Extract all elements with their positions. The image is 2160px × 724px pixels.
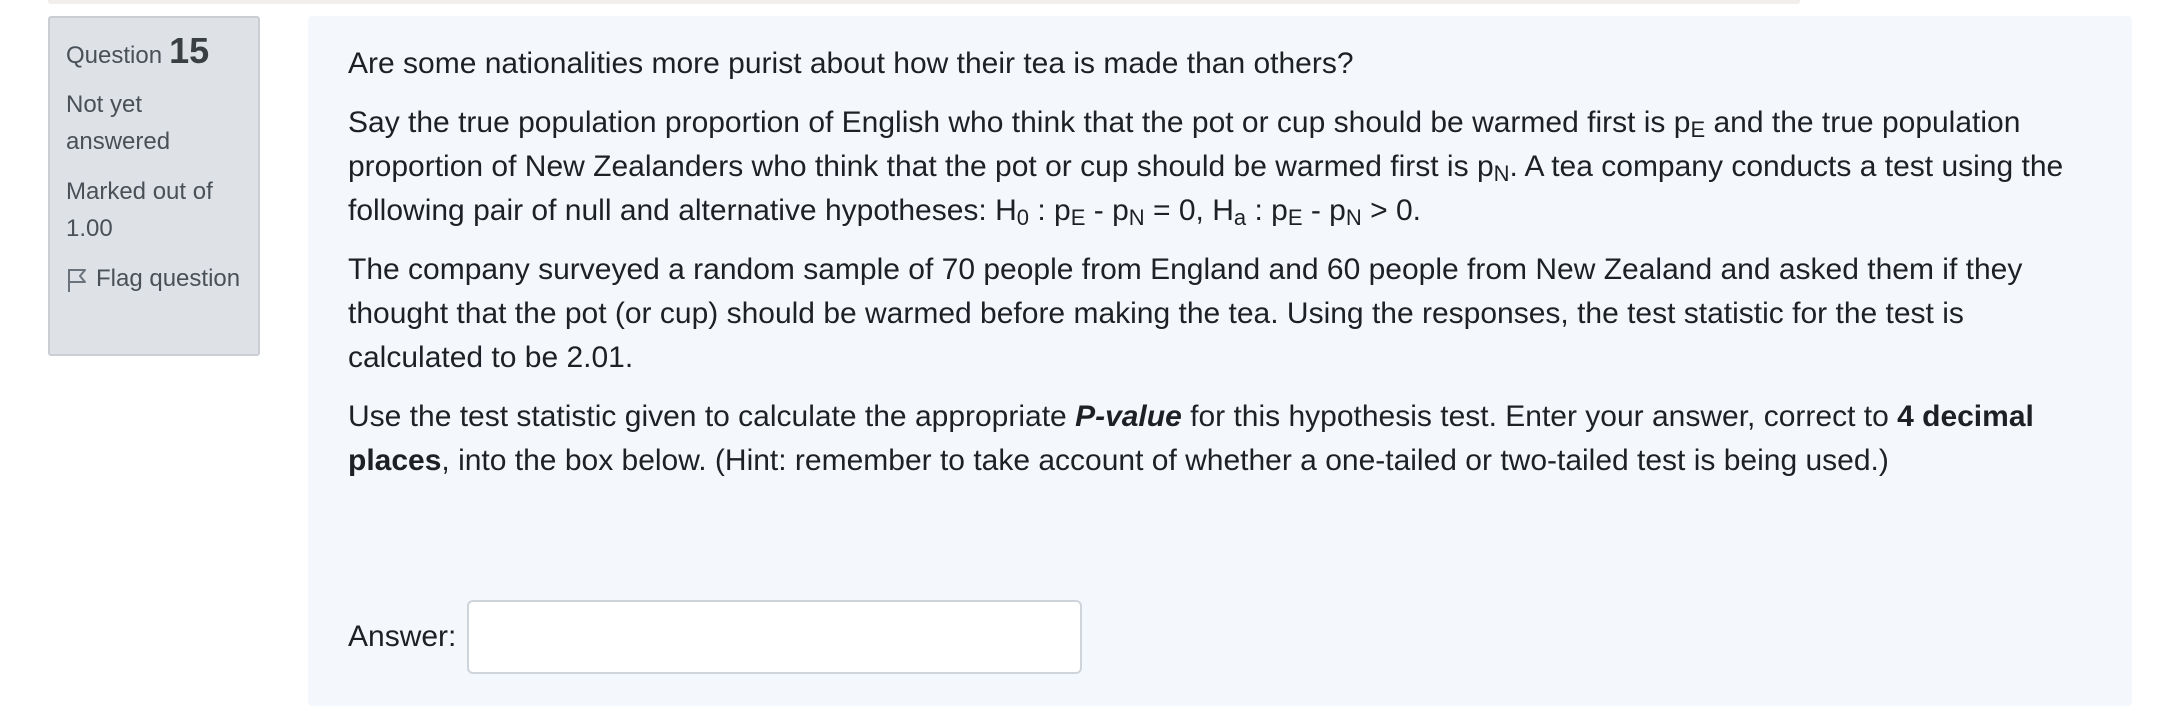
symbol-pE: pE xyxy=(1054,194,1086,230)
symbol-subscript: 0 xyxy=(1016,205,1029,230)
symbol-subscript: N xyxy=(1345,205,1362,230)
text-segment: Use the test statistic given to calculat… xyxy=(348,400,1076,433)
question-hypotheses: Say the true population proportion of En… xyxy=(348,101,2092,233)
symbol-pE: pE xyxy=(1673,106,1706,142)
symbol-pN: pN xyxy=(1476,150,1510,186)
symbol-subscript: N xyxy=(1128,205,1145,230)
symbol-base: p xyxy=(1673,106,1691,139)
symbol-pN: pN xyxy=(1329,194,1362,230)
symbol-pE: pE xyxy=(1271,194,1303,230)
symbol-base: p xyxy=(1329,194,1346,227)
symbol-subscript: a xyxy=(1233,205,1247,230)
symbol-base: H xyxy=(1212,194,1234,227)
symbol-subscript: N xyxy=(1493,161,1510,186)
answer-row: Answer: xyxy=(348,600,1083,674)
text-segment: Say the true population proportion of En… xyxy=(348,106,1674,139)
text-segment: - xyxy=(1085,194,1113,227)
question-number: 15 xyxy=(169,30,210,71)
symbol-base: p xyxy=(1054,194,1071,227)
symbol-subscript: E xyxy=(1070,205,1086,230)
text-segment: , into the box below. (Hint: remember to… xyxy=(441,444,1889,477)
question-intro: Are some nationalities more purist about… xyxy=(348,47,1354,80)
question-instructions: Use the test statistic given to calculat… xyxy=(348,395,2092,483)
symbol-pN: pN xyxy=(1112,194,1145,230)
question-content: Are some nationalities more purist about… xyxy=(308,16,2132,706)
question-number-heading: Question 15 xyxy=(66,32,242,74)
text-segment: = 0, xyxy=(1144,194,1213,227)
symbol-subscript: E xyxy=(1287,205,1303,230)
flag-icon xyxy=(68,269,86,292)
text-segment: - xyxy=(1302,194,1330,227)
symbol-H0: H0 xyxy=(995,194,1029,230)
answer-label: Answer: xyxy=(348,620,457,653)
question-info-panel: Question 15 Not yet answered Marked out … xyxy=(48,16,260,356)
symbol-base: p xyxy=(1112,194,1129,227)
top-divider xyxy=(48,0,1800,4)
answer-input[interactable] xyxy=(467,600,1083,674)
question-grade: Marked out of 1.00 xyxy=(66,178,213,242)
symbol-base: p xyxy=(1476,150,1494,183)
symbol-base: H xyxy=(995,194,1017,227)
p-value-term: P-value xyxy=(1075,400,1182,433)
symbol-Ha: Ha xyxy=(1212,194,1247,230)
text-segment: : xyxy=(1246,194,1272,227)
flag-question-link[interactable]: Flag question xyxy=(66,260,242,297)
text-segment: : xyxy=(1029,194,1055,227)
question-survey-info: The company surveyed a random sample of … xyxy=(348,253,2023,374)
question-label: Question xyxy=(66,42,163,69)
question-status: Not yet answered xyxy=(66,91,171,155)
symbol-base: p xyxy=(1271,194,1288,227)
symbol-subscript: E xyxy=(1690,117,1706,142)
text-segment: > 0. xyxy=(1361,194,1421,227)
text-segment: for this hypothesis test. Enter your ans… xyxy=(1181,400,1898,433)
flag-question-label: Flag question xyxy=(96,265,241,292)
